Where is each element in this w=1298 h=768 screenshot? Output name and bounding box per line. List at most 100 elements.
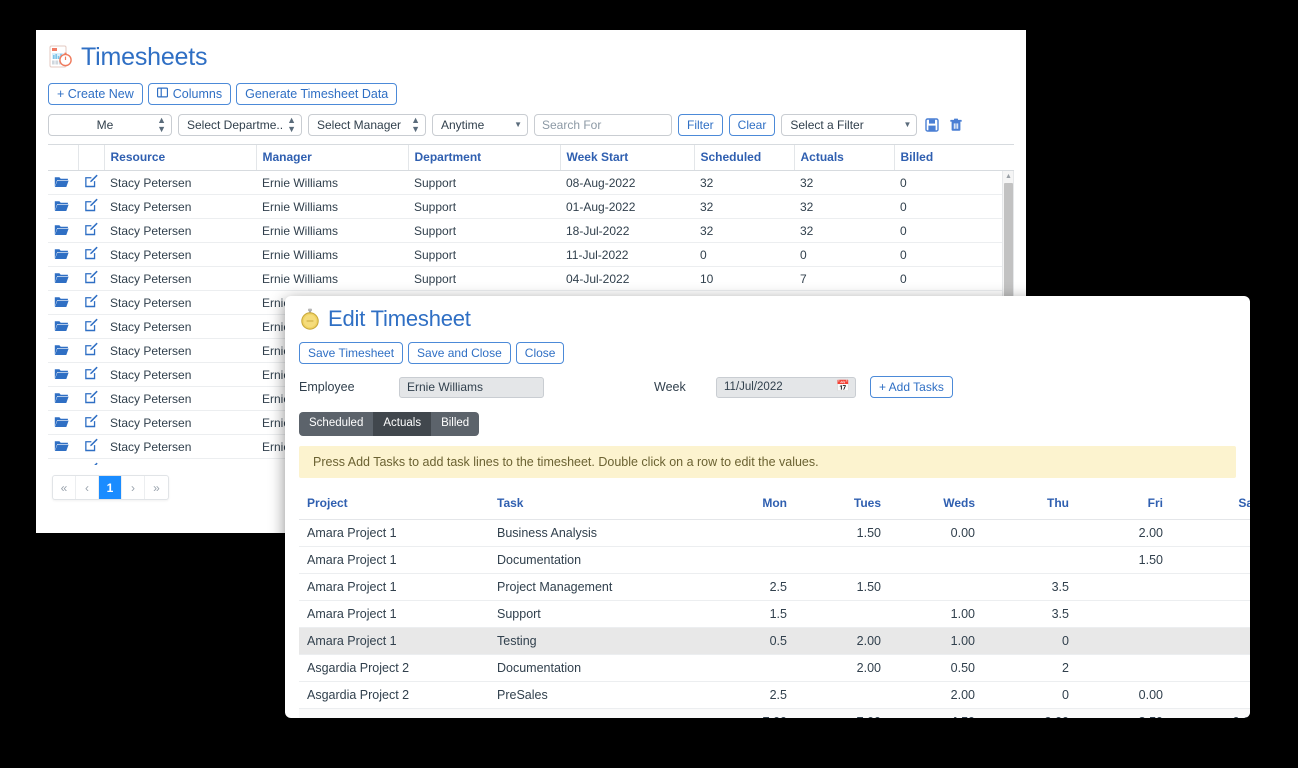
- edit-pencil-icon[interactable]: [78, 338, 104, 363]
- cell-resource[interactable]: Stacy Petersen: [104, 458, 256, 465]
- cell-department[interactable]: Support: [408, 194, 560, 219]
- cell-thu[interactable]: 0: [983, 681, 1077, 709]
- cell-sat[interactable]: [1171, 573, 1250, 601]
- cell-thu[interactable]: 3.5: [983, 573, 1077, 601]
- cell-resource[interactable]: Stacy Petersen: [104, 386, 256, 411]
- employee-select[interactable]: Ernie Williams: [399, 376, 544, 398]
- cell-resource[interactable]: Stacy Petersen: [104, 338, 256, 363]
- cell-manager[interactable]: Ernie Williams: [256, 171, 408, 195]
- save-timesheet-button[interactable]: Save Timesheet: [299, 342, 404, 364]
- edit-pencil-icon[interactable]: [78, 194, 104, 219]
- cell-sat[interactable]: [1171, 519, 1250, 547]
- cell-manager[interactable]: Ernie Williams: [256, 194, 408, 219]
- cell-fri[interactable]: [1077, 654, 1171, 682]
- scope-select[interactable]: Me: [48, 114, 172, 136]
- cell-manager[interactable]: Ernie Williams: [256, 266, 408, 291]
- cell-resource[interactable]: Stacy Petersen: [104, 410, 256, 435]
- cell-sat[interactable]: [1171, 546, 1250, 574]
- week-date-input[interactable]: [716, 376, 856, 398]
- edit-pencil-icon[interactable]: [78, 386, 104, 411]
- cell-sat[interactable]: [1171, 654, 1250, 682]
- open-folder-icon[interactable]: [48, 171, 78, 195]
- cell-tues[interactable]: [795, 546, 889, 574]
- cell-fri[interactable]: 0.00: [1077, 681, 1171, 709]
- cell-fri[interactable]: 2.00: [1077, 519, 1171, 547]
- tab-actuals[interactable]: Actuals: [373, 412, 432, 436]
- timesheet-row[interactable]: Amara Project 1 Support 1.5 1.00 3.5: [299, 600, 1250, 628]
- timesheet-row[interactable]: Amara Project 1 Business Analysis 1.50 0.00…: [299, 519, 1250, 547]
- edit-pencil-icon[interactable]: [78, 314, 104, 339]
- edit-pencil-icon[interactable]: [78, 171, 104, 195]
- add-tasks-button[interactable]: + Add Tasks: [870, 376, 953, 398]
- edit-pencil-icon[interactable]: [78, 458, 104, 465]
- cell-manager[interactable]: Ernie Williams: [256, 242, 408, 267]
- department-select[interactable]: Select Departme...: [178, 114, 302, 136]
- cell-department[interactable]: Support: [408, 171, 560, 195]
- cell-tues[interactable]: [795, 681, 889, 709]
- open-folder-icon[interactable]: [48, 362, 78, 387]
- tab-billed[interactable]: Billed: [431, 412, 480, 436]
- col-billed[interactable]: Billed: [893, 144, 1014, 171]
- cell-department[interactable]: Support: [408, 266, 560, 291]
- filter-button[interactable]: Filter: [678, 114, 723, 136]
- cell-resource[interactable]: Stacy Petersen: [104, 314, 256, 339]
- cell-tues[interactable]: [795, 600, 889, 628]
- cell-weds[interactable]: [889, 546, 983, 574]
- table-row[interactable]: Stacy Petersen Ernie Williams Support 18-Ju…: [48, 218, 1013, 243]
- cell-manager[interactable]: Ernie Williams: [256, 218, 408, 243]
- cell-tues[interactable]: 2.00: [795, 654, 889, 682]
- cell-mon[interactable]: 2.5: [701, 573, 795, 601]
- cell-fri[interactable]: 1.50: [1077, 546, 1171, 574]
- columns-button[interactable]: Columns: [147, 83, 232, 105]
- cell-sat[interactable]: [1171, 600, 1250, 628]
- cell-thu[interactable]: 3.5: [983, 600, 1077, 628]
- timesheet-row[interactable]: Amara Project 1 Project Management 2.5 1.50…: [299, 573, 1250, 601]
- cell-mon[interactable]: 0.5: [701, 627, 795, 655]
- pagination-page-1[interactable]: 1: [99, 476, 122, 499]
- save-filter-icon[interactable]: [923, 118, 941, 132]
- open-folder-icon[interactable]: [48, 434, 78, 459]
- cell-weds[interactable]: 1.00: [889, 627, 983, 655]
- open-folder-icon[interactable]: [48, 338, 78, 363]
- saved-filter-select[interactable]: Select a Filter: [781, 114, 918, 136]
- cell-thu[interactable]: [983, 546, 1077, 574]
- cell-mon[interactable]: [701, 654, 795, 682]
- edit-pencil-icon[interactable]: [78, 218, 104, 243]
- create-new-button[interactable]: + Create New: [48, 83, 143, 105]
- cell-resource[interactable]: Stacy Petersen: [104, 194, 256, 219]
- edit-pencil-icon[interactable]: [78, 410, 104, 435]
- cell-sat[interactable]: [1171, 627, 1250, 655]
- cell-resource[interactable]: Stacy Petersen: [104, 171, 256, 195]
- cell-tues[interactable]: 1.50: [795, 573, 889, 601]
- timesheet-row[interactable]: Amara Project 1 Documentation 1.50: [299, 546, 1250, 574]
- cell-weds[interactable]: 0.50: [889, 654, 983, 682]
- table-row[interactable]: Stacy Petersen Ernie Williams Support 01-Au…: [48, 194, 1013, 219]
- col-scheduled[interactable]: Scheduled: [693, 144, 794, 171]
- open-folder-icon[interactable]: [48, 242, 78, 267]
- cell-thu[interactable]: 0: [983, 627, 1077, 655]
- timesheet-row[interactable]: Amara Project 1 Testing 0.5 2.00 1.00 0: [299, 627, 1250, 655]
- pagination-first[interactable]: «: [53, 476, 76, 499]
- timesheet-row[interactable]: Asgardia Project 2 Documentation 2.00 0.50 2: [299, 654, 1250, 682]
- col-department[interactable]: Department: [407, 144, 560, 171]
- cell-weds[interactable]: 2.00: [889, 681, 983, 709]
- period-select[interactable]: Anytime: [432, 114, 528, 136]
- cell-weds[interactable]: 0.00: [889, 519, 983, 547]
- generate-timesheet-data-button[interactable]: Generate Timesheet Data: [236, 83, 398, 105]
- open-folder-icon[interactable]: [48, 290, 78, 315]
- search-input[interactable]: [534, 114, 672, 136]
- open-folder-icon[interactable]: [48, 266, 78, 291]
- pagination-last[interactable]: »: [145, 476, 168, 499]
- close-button[interactable]: Close: [515, 342, 565, 364]
- cell-department[interactable]: Support: [408, 242, 560, 267]
- pagination-next[interactable]: ›: [122, 476, 145, 499]
- cell-mon[interactable]: [701, 519, 795, 547]
- cell-tues[interactable]: 2.00: [795, 627, 889, 655]
- col-manager[interactable]: Manager: [255, 144, 408, 171]
- pagination-prev[interactable]: ‹: [76, 476, 99, 499]
- cell-resource[interactable]: Stacy Petersen: [104, 266, 256, 291]
- edit-pencil-icon[interactable]: [78, 434, 104, 459]
- edit-pencil-icon[interactable]: [78, 266, 104, 291]
- cell-resource[interactable]: Stacy Petersen: [104, 290, 256, 315]
- cell-mon[interactable]: 2.5: [701, 681, 795, 709]
